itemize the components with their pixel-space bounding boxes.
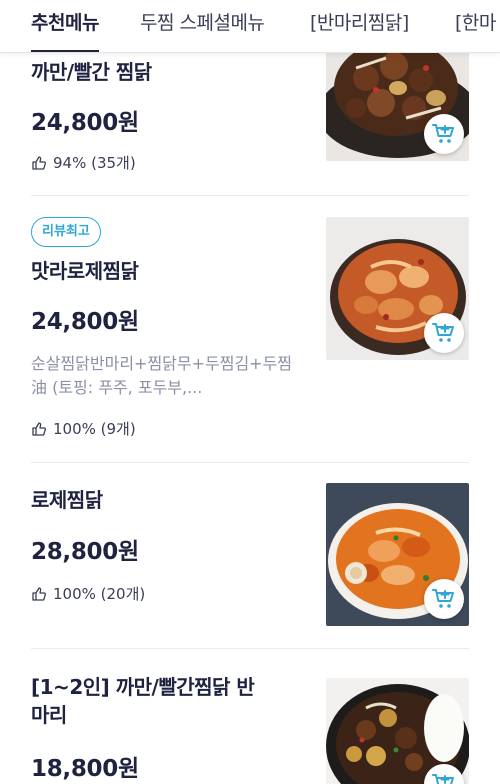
menu-item[interactable]: [1~2인] 까만/빨간찜닭 반마리 18,800원 (31, 649, 469, 784)
thumbs-up-icon (32, 421, 46, 436)
rating-text: 100% (9개) (53, 420, 136, 438)
menu-item-price: 24,800원 (31, 110, 139, 136)
rating-text: 94% (35개) (53, 154, 136, 172)
tab-recommended[interactable]: 추천메뉴 (31, 0, 99, 52)
tab-half-chicken[interactable]: [반마리찜닭] (310, 0, 409, 52)
menu-item-rating: 100% (20개) (31, 583, 145, 604)
add-to-cart-button[interactable] (424, 579, 464, 619)
add-to-cart-icon (432, 124, 454, 143)
menu-item-rating: 100% (9개) (31, 418, 136, 439)
thumbs-up-icon (32, 586, 46, 601)
menu-item-rating: 94% (35개) (31, 152, 136, 173)
menu-item-price: 18,800원 (31, 756, 139, 782)
review-best-badge: 리뷰최고 (31, 217, 101, 247)
add-to-cart-button[interactable] (424, 114, 464, 154)
add-to-cart-icon (432, 589, 454, 608)
add-to-cart-icon (432, 774, 454, 784)
menu-item-title: 로제찜닭 (31, 488, 103, 512)
add-to-cart-icon (432, 323, 454, 342)
menu-item-price: 24,800원 (31, 309, 139, 335)
menu-item[interactable]: 리뷰최고 맛라로제찜닭 24,800원 순살찜닭반마리+찜닭무+두찜김+두찜油 … (31, 196, 469, 462)
menu-item-title: 맛라로제찜닭 (31, 259, 139, 283)
category-tab-bar: 추천메뉴 두찜 스페셜메뉴 [반마리찜닭] [한마 (0, 0, 500, 53)
rating-text: 100% (20개) (53, 585, 146, 603)
add-to-cart-button[interactable] (424, 313, 464, 353)
menu-item-title: [1~2인] 까만/빨간찜닭 반마리 (31, 675, 255, 727)
tab-special-menu[interactable]: 두찜 스페셜메뉴 (140, 0, 265, 52)
menu-item-price: 28,800원 (31, 539, 139, 565)
menu-item-title: 까만/빨간 찜닭 (31, 60, 152, 84)
thumbs-up-icon (32, 155, 46, 170)
menu-item-description: 순살찜닭반마리+찜닭무+두찜김+두찜油 (토핑: 푸주, 포두부,... (31, 354, 293, 397)
menu-item[interactable]: 로제찜닭 28,800원 100% (20개) (31, 463, 469, 648)
tab-whole-chicken[interactable]: [한마 (455, 0, 496, 52)
